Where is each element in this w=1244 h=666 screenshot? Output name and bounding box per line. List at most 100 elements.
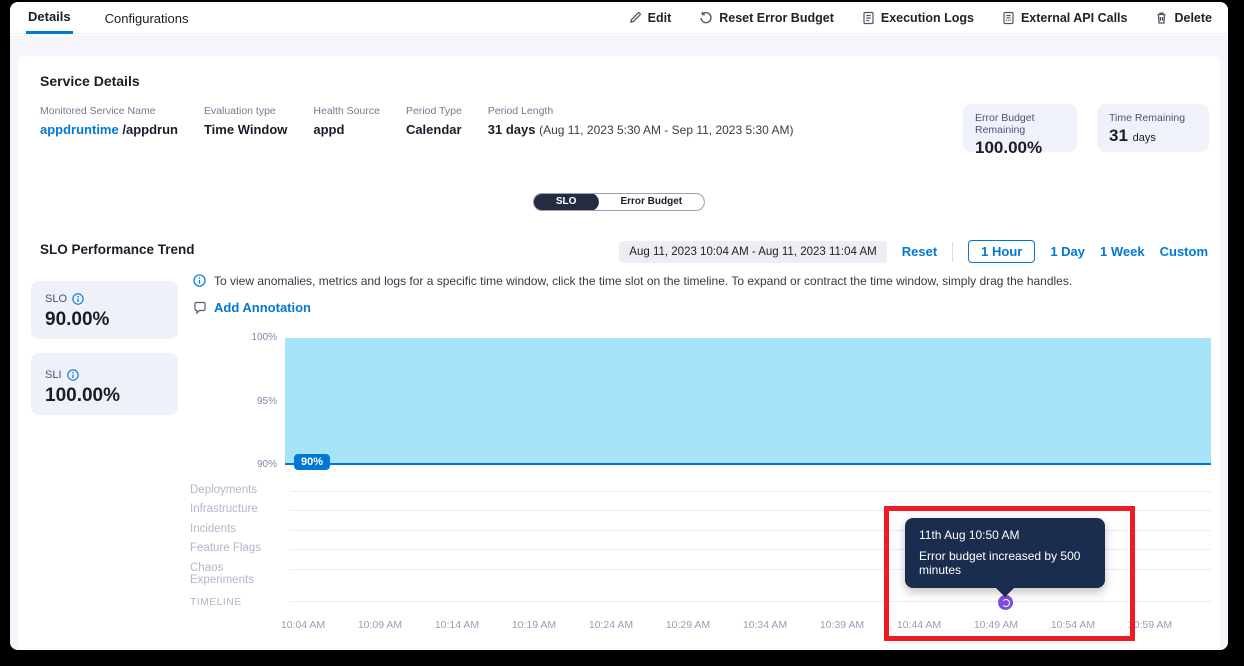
sli-value: 100.00% (45, 385, 164, 407)
timeline-label: TIMELINE (190, 596, 242, 608)
toggle-slo[interactable]: SLO (534, 193, 599, 211)
service-details-title: Service Details (40, 73, 140, 89)
trend-controls: Aug 11, 2023 10:04 AM - Aug 11, 2023 11:… (619, 240, 1208, 263)
annotation-marker-icon[interactable] (998, 595, 1013, 610)
pencil-icon (629, 11, 642, 24)
info-row: To view anomalies, metrics and logs for … (193, 274, 1153, 288)
top-header: Details Configurations Edit Reset Error … (10, 2, 1228, 34)
y-tick-90: 90% (235, 459, 277, 470)
field-label: Health Source (313, 105, 380, 117)
trend-title: SLO Performance Trend (40, 242, 195, 257)
field-value: appd (313, 122, 380, 137)
lane-infrastructure: Infrastructure (190, 503, 290, 515)
lane-incidents: Incidents (190, 523, 290, 535)
monitored-service-link[interactable]: appdruntime (40, 122, 119, 137)
delete-label: Delete (1174, 11, 1212, 25)
field-period-length: Period Length 31 days (Aug 11, 2023 5:30… (488, 105, 794, 137)
field-value: Time Window (204, 122, 287, 137)
sli-area-series[interactable] (285, 338, 1211, 464)
header-actions: Edit Reset Error Budget Execution Logs E… (629, 11, 1212, 25)
delete-button[interactable]: Delete (1155, 11, 1212, 25)
x-tick[interactable]: 10:04 AM (268, 619, 338, 631)
card-label: Time Remaining (1109, 112, 1197, 124)
field-value: 31 days (488, 122, 536, 137)
lane-line (290, 510, 1211, 511)
document-icon (862, 11, 875, 25)
field-label: Period Length (488, 105, 794, 117)
lane-line (290, 491, 1211, 492)
x-tick[interactable]: 10:39 AM (807, 619, 877, 631)
lane-deployments: Deployments (190, 484, 290, 496)
reset-icon (699, 11, 713, 25)
time-remaining-card: Time Remaining 31 days (1097, 104, 1209, 152)
period-range: (Aug 11, 2023 5:30 AM - Sep 11, 2023 5:3… (539, 123, 793, 137)
card-value: 100.00% (975, 138, 1065, 158)
y-tick-100: 100% (235, 332, 277, 343)
x-tick[interactable]: 10:24 AM (576, 619, 646, 631)
field-label: Evaluation type (204, 105, 287, 117)
card-value: 31 (1109, 126, 1128, 145)
external-api-calls-button[interactable]: External API Calls (1002, 11, 1128, 25)
field-period-type: Period Type Calendar (406, 105, 462, 137)
speech-bubble-icon (193, 301, 207, 315)
x-tick[interactable]: 10:54 AM (1038, 619, 1108, 631)
trash-icon (1155, 11, 1168, 25)
service-details-fields: Monitored Service Name appdruntime /appd… (40, 105, 794, 137)
view-toggle: SLO Error Budget (533, 193, 705, 211)
reset-link[interactable]: Reset (902, 244, 937, 259)
card-unit: days (1133, 132, 1156, 144)
x-tick[interactable]: 10:14 AM (422, 619, 492, 631)
field-monitored-service-name: Monitored Service Name appdruntime /appd… (40, 105, 178, 137)
info-text: To view anomalies, metrics and logs for … (214, 274, 1072, 288)
y-tick-95: 95% (235, 396, 277, 407)
reset-error-budget-button[interactable]: Reset Error Budget (699, 11, 834, 25)
toggle-error-budget[interactable]: Error Budget (598, 193, 704, 211)
slo-label: SLO (45, 293, 67, 305)
x-tick[interactable]: 10:19 AM (499, 619, 569, 631)
slo-target-line (285, 463, 1211, 465)
monitored-service-env: /appdrun (122, 122, 178, 137)
x-tick[interactable]: 10:34 AM (730, 619, 800, 631)
execution-logs-label: Execution Logs (881, 11, 974, 25)
edit-label: Edit (648, 11, 672, 25)
field-label: Monitored Service Name (40, 105, 178, 117)
x-tick[interactable]: 10:44 AM (884, 619, 954, 631)
x-tick[interactable]: 10:49 AM (961, 619, 1031, 631)
annotation-tooltip: 11th Aug 10:50 AM Error budget increased… (905, 518, 1105, 588)
external-api-calls-label: External API Calls (1021, 11, 1128, 25)
lane-feature-flags: Feature Flags (190, 542, 290, 554)
field-label: Period Type (406, 105, 462, 117)
card-label: Error Budget Remaining (975, 112, 1065, 136)
info-icon[interactable] (67, 369, 79, 381)
field-health-source: Health Source appd (313, 105, 380, 137)
tooltip-text: Error budget increased by 500 minutes (919, 549, 1091, 577)
period-1-week-link[interactable]: 1 Week (1100, 244, 1145, 259)
slo-value: 90.00% (45, 309, 164, 331)
divider (952, 242, 953, 262)
timeline-line (290, 601, 1211, 602)
field-evaluation-type: Evaluation type Time Window (204, 105, 287, 137)
tab-details[interactable]: Details (26, 2, 73, 34)
period-custom-link[interactable]: Custom (1160, 244, 1208, 259)
app-window: Details Configurations Edit Reset Error … (10, 2, 1228, 650)
x-tick[interactable]: 10:59 AM (1115, 619, 1185, 631)
date-range-chip[interactable]: Aug 11, 2023 10:04 AM - Aug 11, 2023 11:… (619, 241, 886, 263)
slo-card: SLO 90.00% (31, 281, 178, 339)
info-icon[interactable] (72, 293, 84, 305)
period-1-day-link[interactable]: 1 Day (1050, 244, 1085, 259)
tab-configurations[interactable]: Configurations (103, 3, 191, 33)
reset-error-budget-label: Reset Error Budget (719, 11, 834, 25)
field-value: Calendar (406, 122, 462, 137)
x-tick[interactable]: 10:09 AM (345, 619, 415, 631)
add-annotation-button[interactable]: Add Annotation (193, 300, 311, 315)
lane-chaos-experiments: Chaos Experiments (190, 562, 290, 586)
add-annotation-label: Add Annotation (214, 300, 311, 315)
document-icon (1002, 11, 1015, 25)
info-icon (193, 274, 206, 287)
period-1-hour-button[interactable]: 1 Hour (968, 240, 1035, 263)
edit-button[interactable]: Edit (629, 11, 672, 25)
tooltip-time: 11th Aug 10:50 AM (919, 528, 1091, 542)
execution-logs-button[interactable]: Execution Logs (862, 11, 974, 25)
x-tick[interactable]: 10:29 AM (653, 619, 723, 631)
error-budget-remaining-card: Error Budget Remaining 100.00% (963, 104, 1077, 152)
